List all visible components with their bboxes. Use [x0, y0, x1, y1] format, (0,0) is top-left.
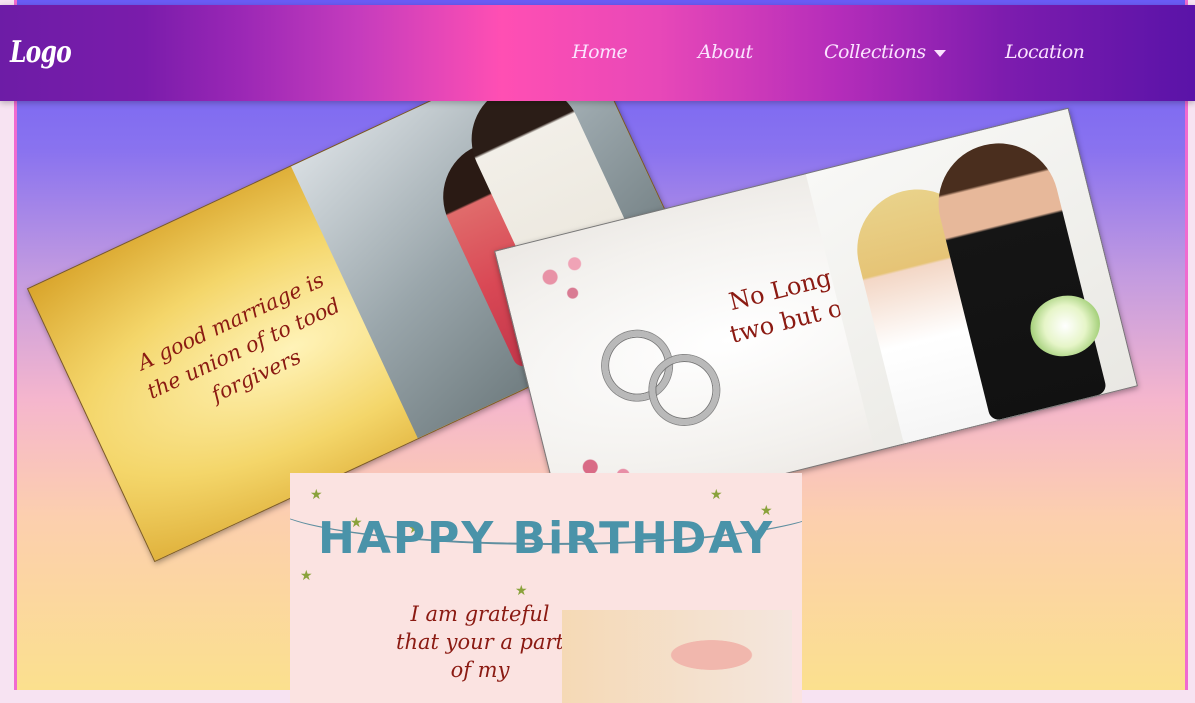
flowers-decoration — [517, 234, 622, 325]
card-quote: A good marriage is the union of to tood … — [134, 267, 344, 407]
nav-location[interactable]: Location — [1005, 41, 1085, 63]
star-icon: ★ — [310, 487, 323, 503]
star-icon: ★ — [515, 583, 528, 599]
nav-home[interactable]: Home — [572, 41, 628, 63]
nav-collections-label: Collections — [824, 41, 926, 63]
birthday-title: HAPPY BiRTHDAY — [318, 513, 775, 564]
caret-down-icon — [933, 49, 946, 57]
logo[interactable]: Logo — [10, 35, 72, 70]
star-icon: ★ — [300, 568, 313, 584]
nav-collections[interactable]: Collections — [824, 41, 946, 63]
star-icon: ★ — [710, 487, 723, 503]
birthday-photo — [562, 610, 792, 703]
card-quote: I am grateful that your a part of my — [396, 602, 564, 682]
card-birthday[interactable]: ★ ★ ★ ★ ★ ★ ★ HAPPY BiRTHDAY I am gratef… — [290, 473, 802, 703]
navbar: Logo Home About Collections Location — [0, 5, 1195, 101]
nav-about[interactable]: About — [698, 41, 753, 63]
